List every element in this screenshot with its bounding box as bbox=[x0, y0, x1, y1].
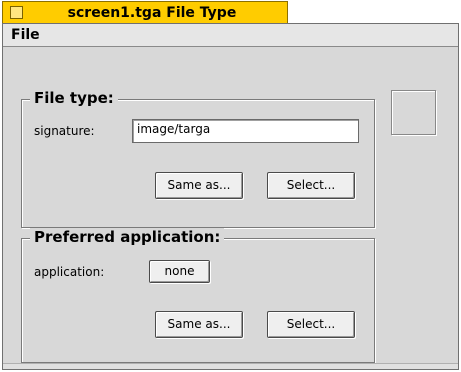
preferred-application-legend: Preferred application: bbox=[30, 228, 225, 246]
file-type-group: File type: signature: image/targa Same a… bbox=[21, 89, 375, 228]
signature-value: image/targa bbox=[137, 122, 211, 136]
same-as-label: Same as... bbox=[167, 317, 231, 331]
file-type-same-as-button[interactable]: Same as... bbox=[155, 172, 243, 199]
file-type-window: File File type: signature: image/targa S… bbox=[2, 23, 459, 370]
window-title-tab[interactable]: screen1.tga File Type bbox=[2, 1, 288, 23]
preferred-application-group: Preferred application: application: none… bbox=[21, 228, 375, 363]
application-label: application: bbox=[34, 265, 105, 279]
preferred-app-same-as-button[interactable]: Same as... bbox=[155, 311, 243, 338]
signature-field[interactable]: image/targa bbox=[132, 119, 359, 143]
signature-label: signature: bbox=[34, 124, 95, 138]
select-label: Select... bbox=[286, 178, 336, 192]
file-type-icon-well[interactable] bbox=[391, 90, 436, 135]
file-type-legend: File type: bbox=[30, 89, 118, 107]
same-as-label: Same as... bbox=[167, 178, 231, 192]
application-value: none bbox=[164, 264, 195, 278]
menu-file[interactable]: File bbox=[11, 27, 40, 43]
application-popup-button[interactable]: none bbox=[149, 260, 210, 283]
menu-bar: File bbox=[3, 24, 458, 47]
preferred-app-select-button[interactable]: Select... bbox=[267, 311, 355, 338]
window-bottom-edge bbox=[3, 363, 458, 369]
window-title: screen1.tga File Type bbox=[67, 5, 237, 21]
file-type-select-button[interactable]: Select... bbox=[267, 172, 355, 199]
select-label: Select... bbox=[286, 317, 336, 331]
